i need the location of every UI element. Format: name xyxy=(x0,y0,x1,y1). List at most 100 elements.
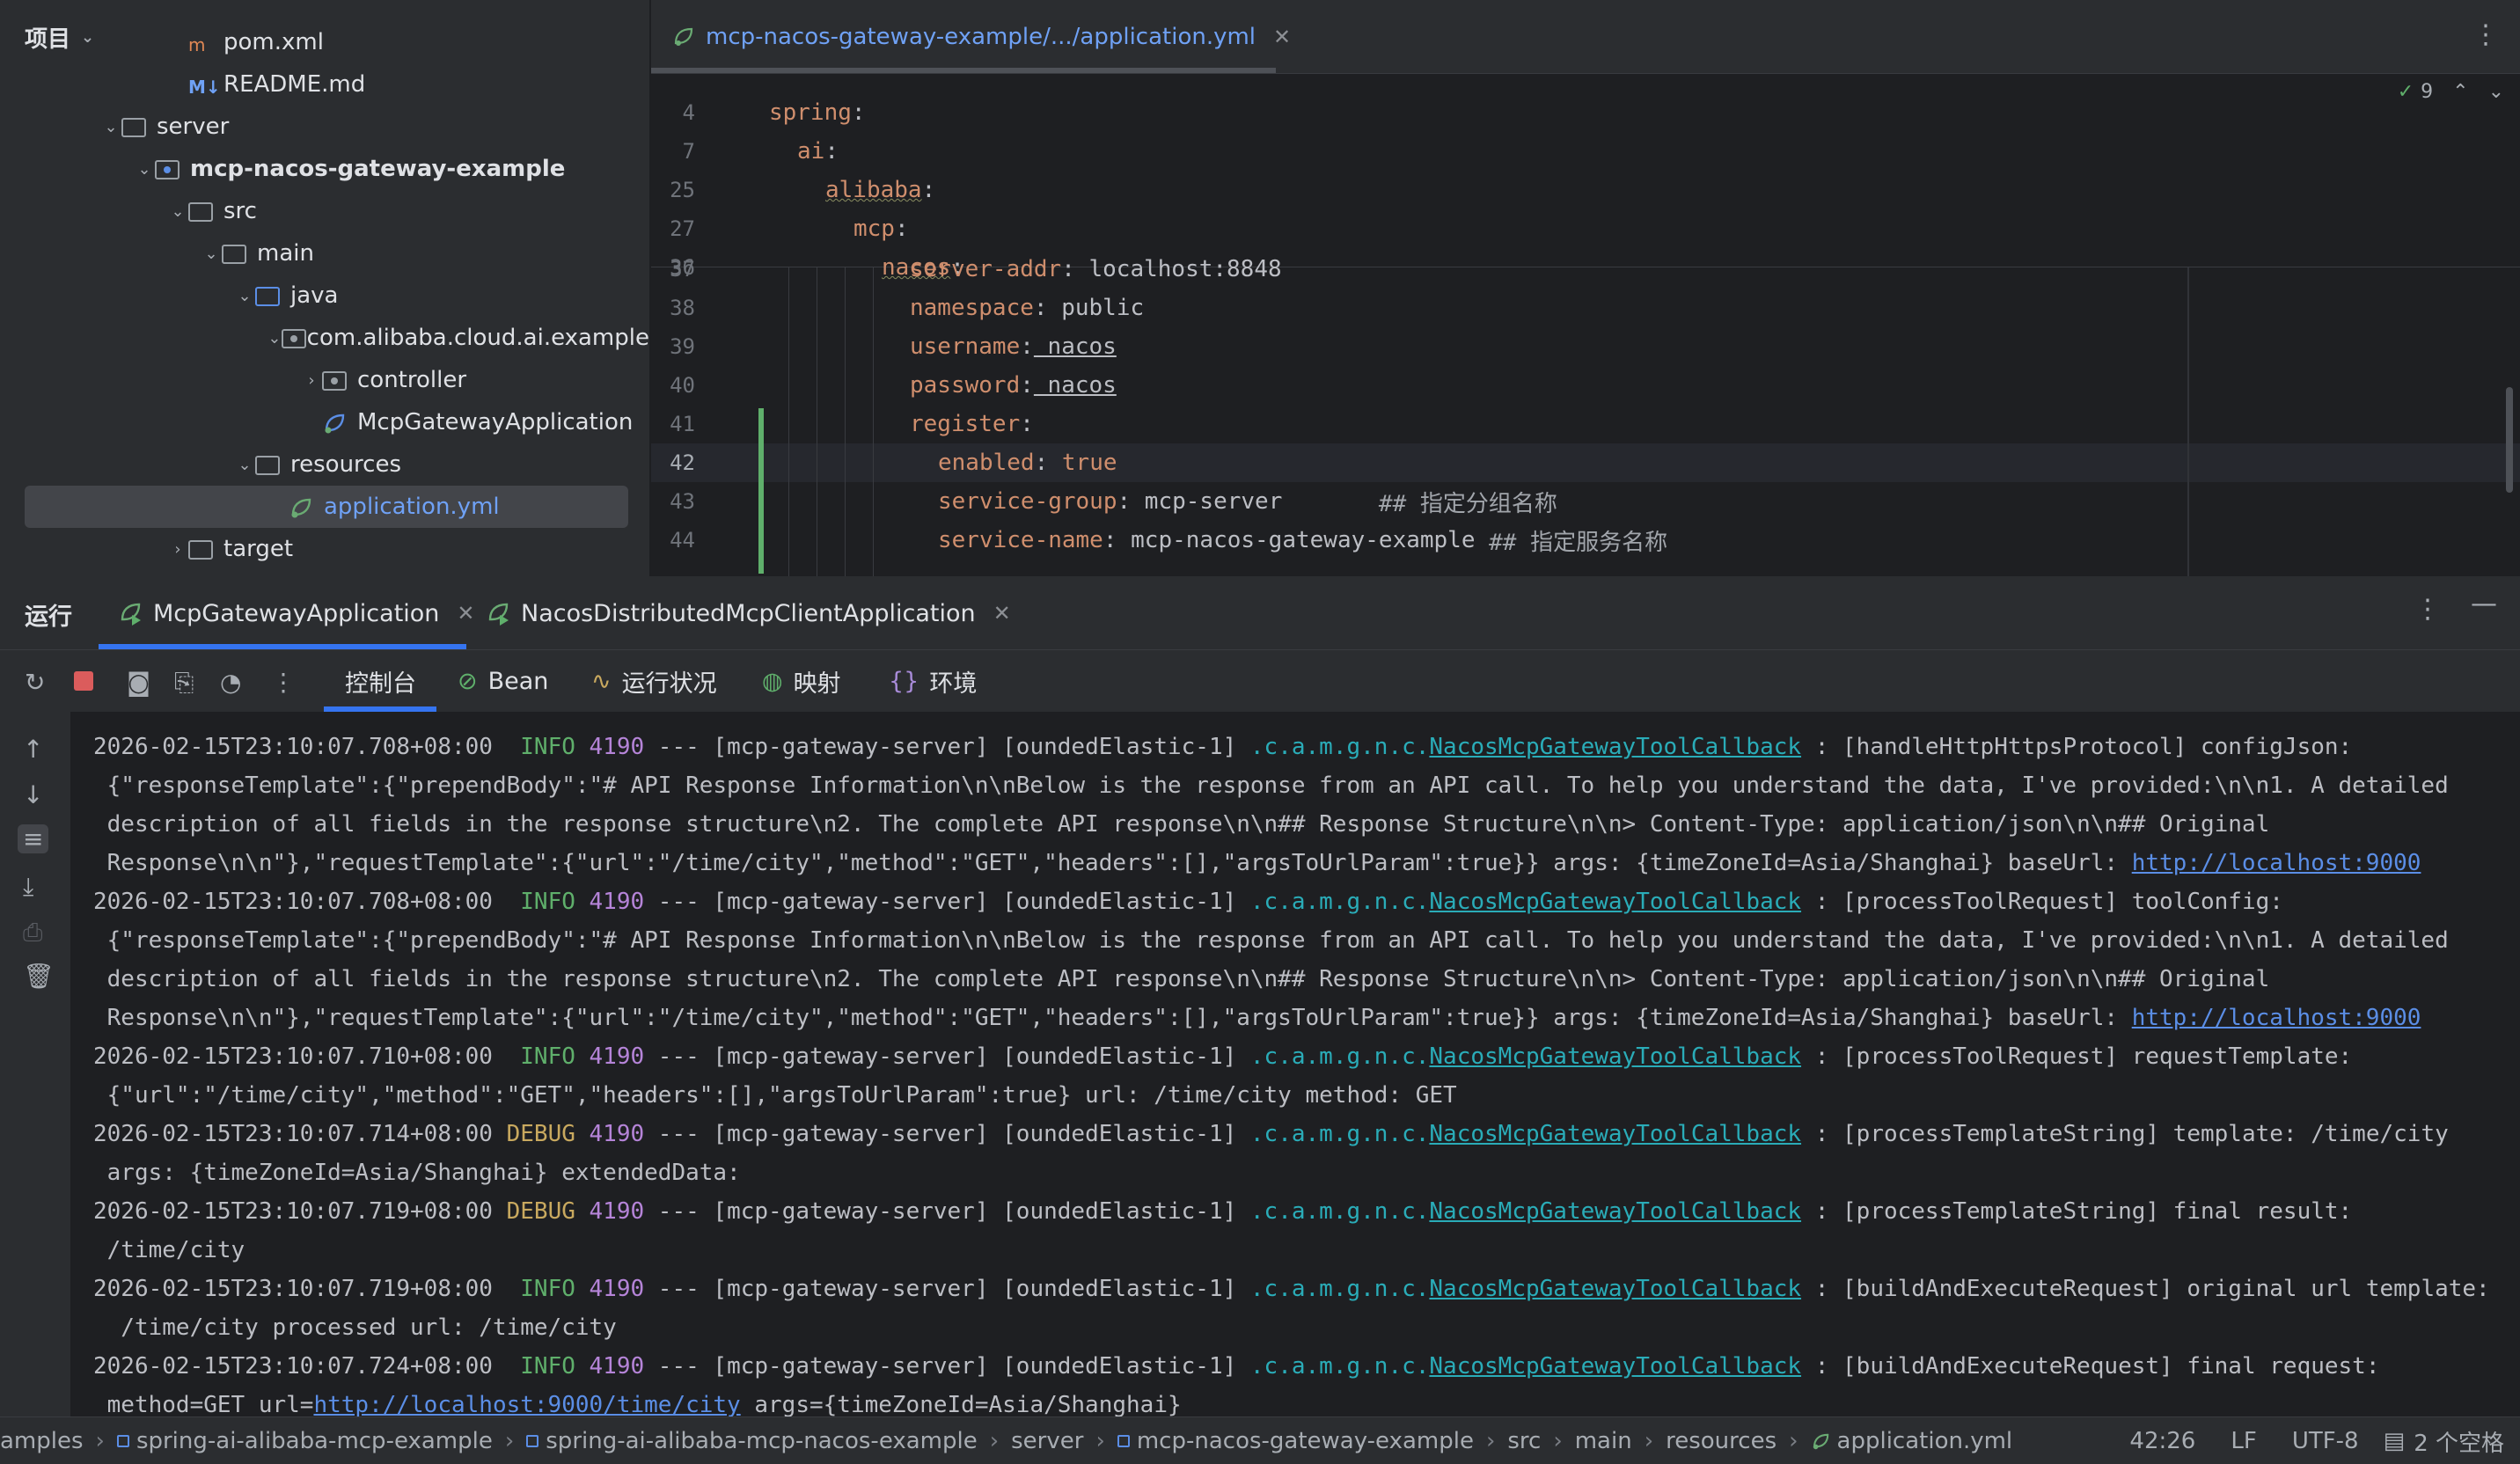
toolbar-tab-environment[interactable]: {} 环境 xyxy=(889,650,977,712)
close-icon[interactable]: ✕ xyxy=(1273,25,1291,49)
sticky-code-line[interactable]: mcp: xyxy=(853,209,909,248)
chevron-down-icon[interactable]: ⌄ xyxy=(201,245,222,263)
breadcrumb-item[interactable]: server xyxy=(1011,1428,1083,1454)
inspection-widget[interactable]: ✓ 9 ⌃ ⌄ xyxy=(2398,81,2504,103)
line-separator[interactable]: LF xyxy=(2231,1428,2256,1454)
chevron-right-icon[interactable]: › xyxy=(301,371,322,390)
log-logger-link[interactable]: NacosMcpGatewayToolCallback xyxy=(1429,889,1801,915)
toolbar-tab-health[interactable]: ∿ 运行状况 xyxy=(591,650,717,712)
log-logger-link[interactable]: NacosMcpGatewayToolCallback xyxy=(1429,1276,1801,1302)
package-icon xyxy=(322,369,350,392)
console-line: /time/city xyxy=(93,1231,245,1270)
file-encoding[interactable]: UTF-8 xyxy=(2292,1428,2359,1454)
tree-item[interactable]: ⌄ com.alibaba.cloud.ai.example xyxy=(0,317,649,359)
code-line[interactable]: register: xyxy=(910,405,1034,443)
log-continuation: description of all fields in the respons… xyxy=(93,966,2270,992)
code-line[interactable]: service-group: mcp-server ## 指定分组名称 xyxy=(938,482,1557,521)
breadcrumb-item[interactable]: spring-ai-alibaba-mcp-example xyxy=(116,1428,493,1454)
more-options-icon[interactable]: ⋮ xyxy=(2414,594,2441,625)
code-line[interactable]: service-name: mcp-nacos-gateway-example … xyxy=(938,521,1667,560)
tree-item[interactable]: ⌄ java xyxy=(0,274,649,317)
rerun-icon[interactable]: ↻ xyxy=(25,668,45,697)
log-thread: --- [mcp-gateway-server] [oundedElastic-… xyxy=(644,1276,1250,1302)
chevron-down-icon[interactable]: ⌄ xyxy=(134,160,155,179)
breadcrumb-item[interactable]: spring-ai-alibaba-mcp-nacos-example xyxy=(526,1428,978,1454)
breadcrumb-item[interactable]: application.yml xyxy=(1811,1428,2012,1454)
chevron-down-icon[interactable]: ⌄ xyxy=(167,202,188,221)
editor-scrollbar[interactable] xyxy=(2506,387,2513,493)
chevron-down-icon[interactable]: ⌄ xyxy=(234,287,255,305)
console-url-link[interactable]: http://localhost:9000 xyxy=(2132,850,2421,876)
console-url-link[interactable]: http://localhost:9000 xyxy=(2132,1005,2421,1031)
indent-setting[interactable]: 2 个空格 xyxy=(2414,1425,2504,1458)
arrow-down-icon[interactable]: ↓ xyxy=(23,780,43,809)
camera-icon[interactable]: ◙ xyxy=(127,668,150,697)
tree-item[interactable]: ⌄ src xyxy=(0,190,649,232)
log-logger-link[interactable]: NacosMcpGatewayToolCallback xyxy=(1429,1198,1801,1225)
sticky-code-line[interactable]: ai: xyxy=(797,132,839,171)
log-level: INFO xyxy=(506,889,590,915)
cursor-position[interactable]: 42:26 xyxy=(2129,1428,2195,1454)
gauge-icon[interactable]: ◔ xyxy=(220,668,241,697)
tree-item[interactable]: application.yml xyxy=(25,486,628,528)
code-line[interactable]: username: nacos xyxy=(910,327,1117,366)
log-logger-link[interactable]: NacosMcpGatewayToolCallback xyxy=(1429,1121,1801,1147)
console-output[interactable]: 2026-02-15T23:10:07.708+08:00 INFO 4190 … xyxy=(70,712,2520,1416)
chevron-right-icon[interactable]: › xyxy=(167,540,188,559)
soft-wrap-icon[interactable]: ≡ xyxy=(18,824,49,853)
chevron-down-icon[interactable]: ⌄ xyxy=(2488,81,2504,103)
tree-item[interactable]: McpGatewayApplication xyxy=(0,401,649,443)
tree-item[interactable]: ⌄ main xyxy=(0,232,649,274)
breadcrumb-item[interactable]: main xyxy=(1575,1428,1632,1454)
log-logger-link[interactable]: NacosMcpGatewayToolCallback xyxy=(1429,734,1801,760)
chevron-right-icon: › xyxy=(1644,1427,1654,1454)
chevron-down-icon[interactable]: ⌄ xyxy=(234,456,255,474)
code-line[interactable]: password: nacos xyxy=(910,366,1117,405)
log-logger-link[interactable]: NacosMcpGatewayToolCallback xyxy=(1429,1353,1801,1380)
tree-item[interactable]: ⌄ mcp-nacos-gateway-example xyxy=(0,148,649,190)
tree-item[interactable]: › target xyxy=(0,528,649,570)
sticky-code-line[interactable]: alibaba: xyxy=(825,171,935,209)
tree-item-label: pom.xml xyxy=(223,29,324,55)
arrow-up-icon[interactable]: ↑ xyxy=(23,735,43,764)
code-line[interactable]: server-addr: localhost:8848 xyxy=(910,250,1282,289)
toolbar-tab-console[interactable]: 控制台 xyxy=(345,650,416,712)
toolbar-tab-mappings[interactable]: ◍ 映射 xyxy=(762,650,841,712)
tree-item-label: target xyxy=(223,536,294,562)
indent-guide xyxy=(845,267,846,576)
tree-item[interactable]: ⌄ server xyxy=(0,106,649,148)
tree-item[interactable]: ⌄ resources xyxy=(0,443,649,486)
log-logger-link[interactable]: NacosMcpGatewayToolCallback xyxy=(1429,1043,1801,1070)
breadcrumb-item[interactable]: resources xyxy=(1666,1428,1776,1454)
run-tab-mcp-gateway[interactable]: McpGatewayApplication ✕ xyxy=(118,576,475,650)
more-options-icon[interactable]: ⋮ xyxy=(2472,19,2499,50)
chevron-down-icon[interactable]: ⌄ xyxy=(267,329,282,348)
console-url-link[interactable]: http://localhost:9000/time/city xyxy=(313,1392,740,1416)
scroll-to-end-icon[interactable]: ⤓ xyxy=(23,872,33,902)
breadcrumb-item[interactable]: amples xyxy=(0,1428,84,1454)
breadcrumb-item[interactable]: src xyxy=(1507,1428,1541,1454)
tree-item[interactable]: › controller xyxy=(0,359,649,401)
print-icon[interactable]: ⎙ xyxy=(23,918,42,948)
code-line[interactable]: namespace: public xyxy=(910,289,1144,327)
code-line[interactable]: enabled: true xyxy=(938,443,1117,482)
breadcrumb-item[interactable]: mcp-nacos-gateway-example xyxy=(1117,1428,1474,1454)
code-area[interactable]: 37 server-addr: localhost:8848 38 namespace… xyxy=(651,256,2520,576)
minimize-icon[interactable]: — xyxy=(2471,589,2497,619)
indent-guide xyxy=(788,267,789,576)
toolbar-tab-bean[interactable]: ⊘ Bean xyxy=(458,650,548,712)
editor-tab-application-yml[interactable]: mcp-nacos-gateway-example/.../applicatio… xyxy=(672,0,1291,74)
more-options-icon[interactable]: ⋮ xyxy=(271,668,296,697)
exit-icon[interactable]: ⎘ xyxy=(174,668,194,698)
close-icon[interactable]: ✕ xyxy=(993,601,1011,626)
chevron-down-icon[interactable]: ⌄ xyxy=(100,118,121,136)
chevron-up-icon[interactable]: ⌃ xyxy=(2452,81,2468,103)
log-continuation: {"responseTemplate":{"prependBody":"# AP… xyxy=(93,927,2449,954)
trash-icon[interactable]: 🗑 xyxy=(23,962,55,991)
tree-item[interactable]: M↓ README.md xyxy=(0,63,649,106)
sticky-code-line[interactable]: spring: xyxy=(769,93,866,132)
close-icon[interactable]: ✕ xyxy=(457,601,474,626)
tree-item[interactable]: m pom.xml xyxy=(0,21,649,63)
run-tab-nacos-client[interactable]: NacosDistributedMcpClientApplication ✕ xyxy=(486,576,1011,650)
stop-icon[interactable] xyxy=(74,671,93,691)
